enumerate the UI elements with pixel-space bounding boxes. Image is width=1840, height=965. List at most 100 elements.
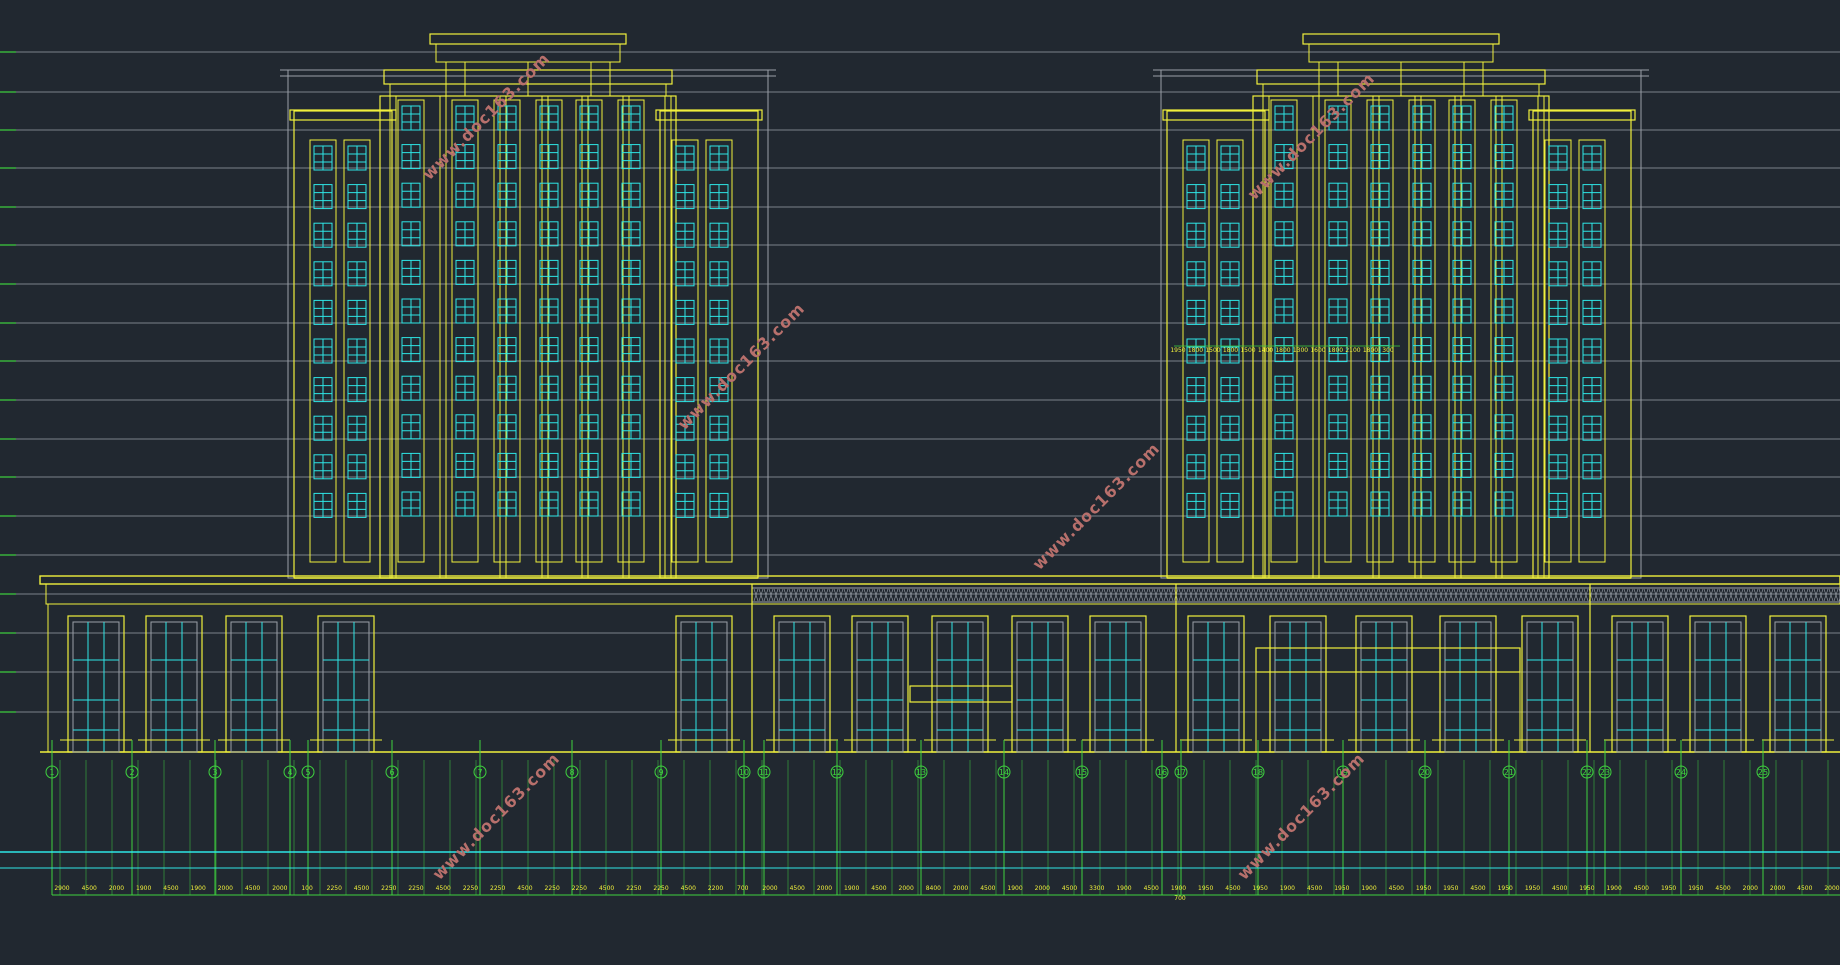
tower-dimension: 300 [1382,347,1394,354]
dimension-value: 4500 [1634,885,1649,892]
dimension-value: 2250 [381,885,396,892]
axis-label: 10 [739,768,749,777]
axis-label: 8 [569,768,574,777]
dimension-value: 4500 [82,885,97,892]
dimension-value: 2000 [762,885,777,892]
tower-dimension: 1300 [1293,347,1308,354]
tower-dimension: 1950 [1170,347,1185,354]
axis-label: 1 [49,768,54,777]
dimension-value: 2250 [327,885,342,892]
center-dimension: 700 [1174,895,1186,902]
dimension-value: 4500 [1307,885,1322,892]
axis-label: 5 [305,768,310,777]
dimension-value: 2000 [109,885,124,892]
dimension-value: 2250 [653,885,668,892]
dimension-value: 1900 [1116,885,1131,892]
axis-label: 20 [1420,768,1430,777]
dimension-value: 2000 [1035,885,1050,892]
tower-dimension: 1800 [1223,347,1238,354]
dimension-value: 1950 [1498,885,1513,892]
dimension-value: 4500 [1062,885,1077,892]
axis-label: 17 [1176,768,1186,777]
dimension-value: 1900 [1171,885,1186,892]
axis-label: 14 [999,768,1009,777]
dimension-value: 2000 [1770,885,1785,892]
dimension-value: 2250 [490,885,505,892]
dimension-value: 1900 [191,885,206,892]
dimension-value: 2200 [708,885,723,892]
dimension-value: 4500 [1389,885,1404,892]
dimension-value: 1900 [1007,885,1022,892]
dimension-value: 8400 [926,885,941,892]
dimension-value: 1900 [844,885,859,892]
dimension-value: 4500 [1715,885,1730,892]
drawing-background [0,0,1840,965]
dimension-value: 4500 [681,885,696,892]
dimension-value: 1900 [1280,885,1295,892]
tower-dimension: 2100 [1345,347,1360,354]
axis-label: 6 [389,768,394,777]
axis-label: 7 [477,768,482,777]
dimension-value: 4500 [1552,885,1567,892]
dimension-value: 1900 [1361,885,1376,892]
tower-dimension: 1600 [1310,347,1325,354]
dimension-value: 4500 [790,885,805,892]
dimension-value: 4500 [599,885,614,892]
dimension-value: 2250 [408,885,423,892]
dimension-value: 4500 [436,885,451,892]
dimension-value: 4500 [871,885,886,892]
dimension-value: 2000 [1743,885,1758,892]
dimension-value: 2000 [899,885,914,892]
axis-label: 9 [658,768,663,777]
dimension-value: 4500 [1144,885,1159,892]
axis-label: 22 [1582,768,1592,777]
dimension-value: 2250 [626,885,641,892]
tower-dimension: 1800 [1363,347,1378,354]
axis-label: 2 [129,768,134,777]
axis-label: 25 [1758,768,1768,777]
dimension-value: 1900 [136,885,151,892]
tower-dimension: 1800 [1275,347,1290,354]
dimension-value: 700 [737,885,749,892]
dimension-value: 2900 [54,885,69,892]
axis-label: 18 [1253,768,1263,777]
dimension-value: 4500 [517,885,532,892]
tower-dimension: 1500 [1205,347,1220,354]
dimension-value: 1950 [1688,885,1703,892]
axis-label: 3 [212,768,217,777]
dimension-value: 1950 [1253,885,1268,892]
tower-dimension: 1800 [1188,347,1203,354]
axis-label: 12 [832,768,842,777]
dimension-value: 4500 [354,885,369,892]
dimension-value: 2250 [572,885,587,892]
dimension-value: 4500 [1470,885,1485,892]
dimension-value: 1950 [1443,885,1458,892]
dimension-value: 1900 [1607,885,1622,892]
axis-label: 16 [1157,768,1167,777]
dimension-value: 2000 [272,885,287,892]
tower-dimension: 1800 [1328,347,1343,354]
dimension-value: 4500 [1797,885,1812,892]
dimension-value: 1950 [1525,885,1540,892]
dimension-value: 3300 [1089,885,1104,892]
dimension-value: 4500 [980,885,995,892]
dimension-value: 2000 [953,885,968,892]
tower-dimension: 1500 [1240,347,1255,354]
dimension-value: 1950 [1334,885,1349,892]
axis-label: 15 [1077,768,1087,777]
dimension-value: 1950 [1579,885,1594,892]
dimension-value: 2000 [817,885,832,892]
dimension-value: 4500 [1225,885,1240,892]
dimension-value: 2000 [1824,885,1839,892]
elevation-drawing: 1 2 3 4 5 6 7 8 9 10 11 12 13 14 15 16 17 18 19 20 21 22 23 24 2… [0,0,1840,965]
axis-label: 23 [1600,768,1610,777]
dimension-value: 4500 [163,885,178,892]
axis-label: 13 [916,768,926,777]
dimension-value: 100 [301,885,313,892]
axis-label: 11 [759,768,769,777]
dimension-value: 1950 [1416,885,1431,892]
dimension-value: 2000 [218,885,233,892]
tower-dimension: 1400 [1258,347,1273,354]
dimension-value: 1950 [1661,885,1676,892]
dimension-value: 2250 [545,885,560,892]
